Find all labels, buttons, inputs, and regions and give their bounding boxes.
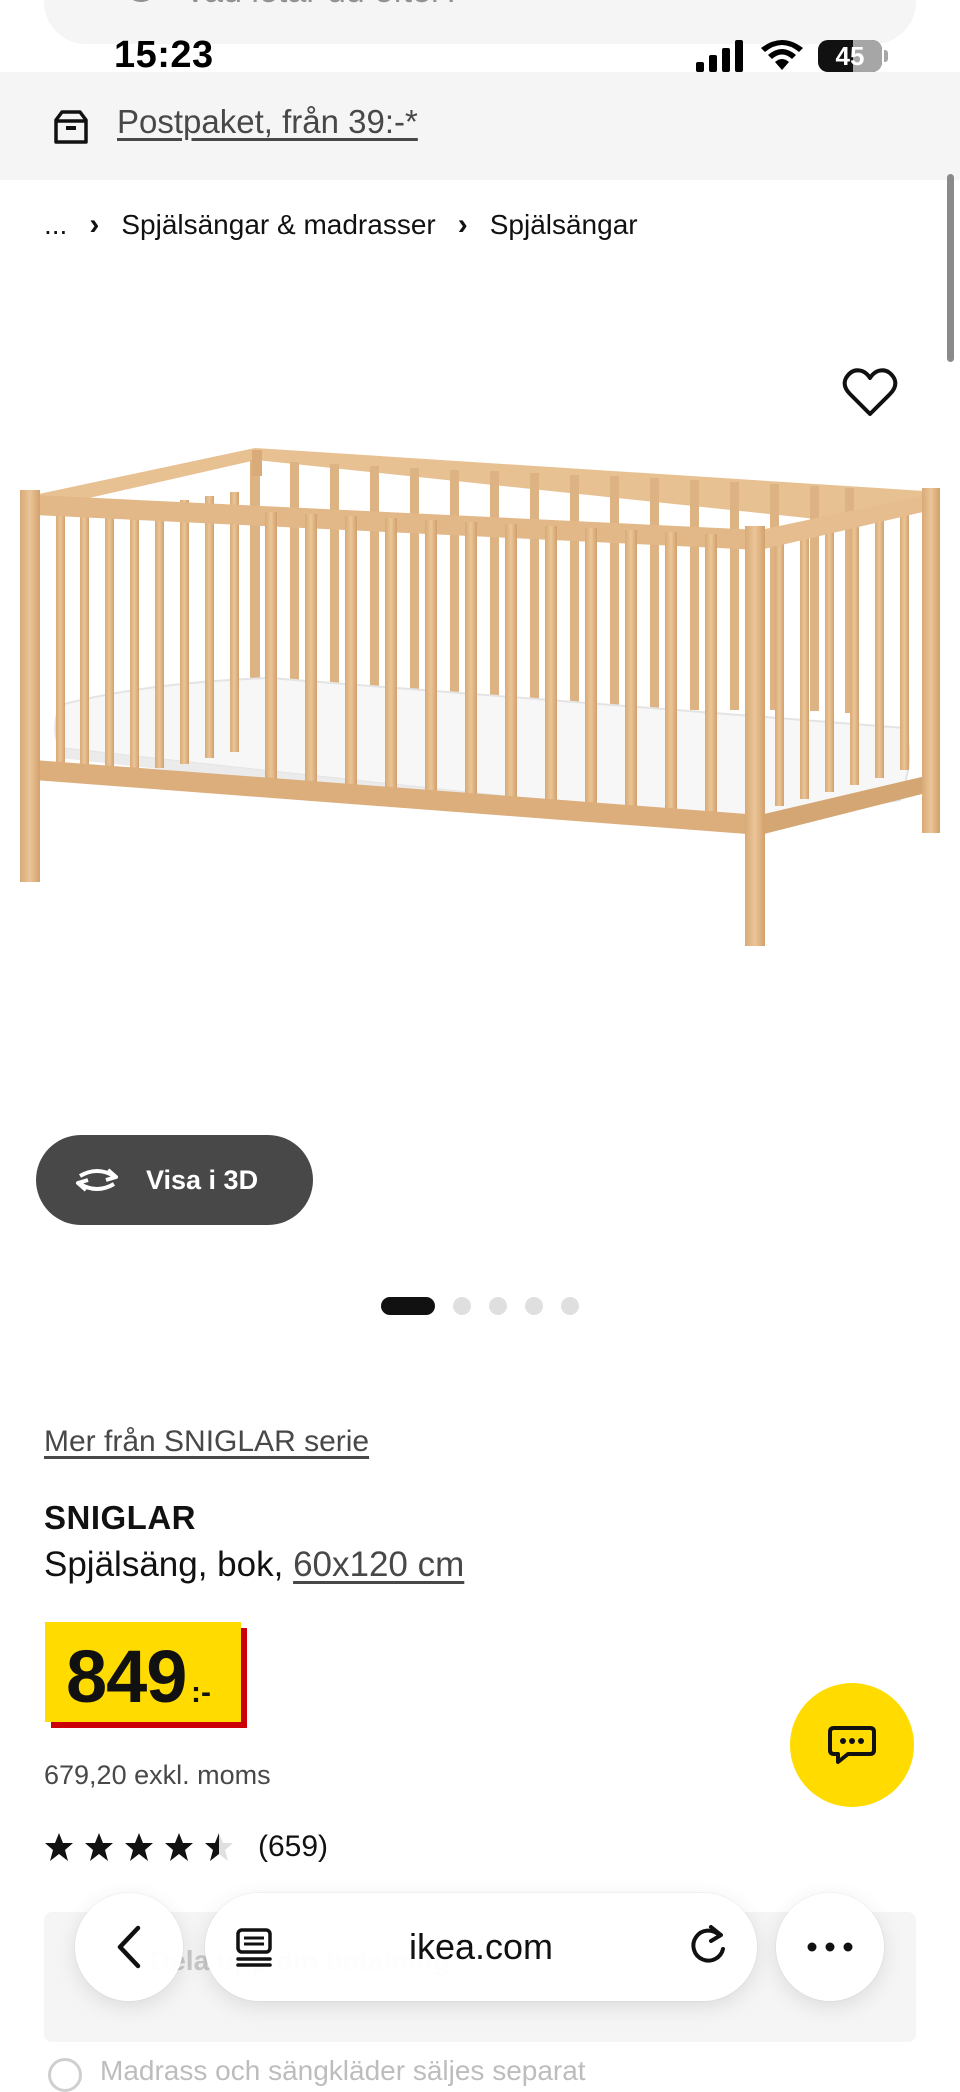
info-icon xyxy=(48,2058,82,2092)
heart-icon[interactable] xyxy=(842,366,898,418)
wifi-icon xyxy=(761,40,803,70)
scrollbar[interactable] xyxy=(947,174,954,362)
pagination-dot[interactable] xyxy=(525,1297,543,1315)
view-3d-label: Visa i 3D xyxy=(146,1164,259,1195)
cellular-signal-icon xyxy=(696,40,743,72)
battery-level: 45 xyxy=(835,40,865,71)
pagination-dot-active[interactable] xyxy=(381,1297,435,1315)
star-full-icon xyxy=(85,1833,113,1861)
chevron-right-icon: › xyxy=(457,208,468,241)
product-description: Spjälsäng, bok, 60x120 cm xyxy=(44,1545,464,1585)
back-button[interactable] xyxy=(75,1893,183,2001)
price-amount: 849 xyxy=(66,1635,187,1718)
breadcrumb-item-cribs[interactable]: Spjälsängar xyxy=(490,209,638,241)
delivery-banner: Postpaket, från 39:-* xyxy=(0,72,960,180)
pagination-dot[interactable] xyxy=(561,1297,579,1315)
star-full-icon xyxy=(165,1833,193,1861)
pagination-dot[interactable] xyxy=(489,1297,507,1315)
product-image[interactable] xyxy=(0,430,960,1130)
breadcrumb-item-ellipsis[interactable]: ... xyxy=(44,209,67,241)
ellipsis-icon xyxy=(807,1942,853,1952)
product-name: SNIGLAR xyxy=(44,1499,196,1536)
delivery-link[interactable]: Postpaket, från 39:-* xyxy=(117,103,418,141)
status-icons: 45 xyxy=(696,36,888,76)
reload-icon[interactable] xyxy=(689,1923,729,1967)
reader-tabs-icon xyxy=(236,1928,272,1967)
product-size-link[interactable]: 60x120 cm xyxy=(293,1545,464,1584)
address-bar[interactable]: ikea.com xyxy=(205,1893,757,2001)
series-link[interactable]: Mer från SNIGLAR serie xyxy=(44,1425,369,1459)
chat-button[interactable] xyxy=(790,1683,914,1807)
star-half-icon xyxy=(205,1833,233,1861)
pagination-dot[interactable] xyxy=(453,1297,471,1315)
more-button[interactable] xyxy=(776,1893,884,2001)
info-note: Madrass och sängkläder säljes separat xyxy=(100,2055,586,2086)
search-icon xyxy=(124,0,158,2)
breadcrumb: ... › Spjälsängar & madrasser › Spjälsän… xyxy=(44,208,638,242)
chat-icon xyxy=(828,1726,876,1764)
status-time: 15:23 xyxy=(114,34,214,76)
price-suffix: :- xyxy=(191,1676,211,1709)
breadcrumb-item-cribs-mattresses[interactable]: Spjälsängar & madrasser xyxy=(121,209,435,241)
image-pagination xyxy=(381,1297,579,1315)
rating[interactable]: (659) xyxy=(44,1830,328,1864)
chevron-left-icon xyxy=(117,1925,141,1969)
rating-count: (659) xyxy=(258,1830,329,1863)
parcel-icon xyxy=(54,110,88,144)
chevron-right-icon: › xyxy=(89,208,100,241)
view-3d-button[interactable]: Visa i 3D xyxy=(36,1135,313,1225)
star-full-icon xyxy=(125,1833,153,1861)
rotate-3d-icon xyxy=(76,1168,118,1192)
price-excl-vat: 679,20 exkl. moms xyxy=(44,1760,271,1790)
url-domain: ikea.com xyxy=(408,1926,554,1967)
search-placeholder: Vad letar du efter? xyxy=(184,0,461,11)
product-type: Spjälsäng, bok, xyxy=(44,1545,294,1584)
battery-tip xyxy=(884,50,888,62)
star-full-icon xyxy=(45,1833,73,1861)
battery-icon: 45 xyxy=(818,40,882,72)
